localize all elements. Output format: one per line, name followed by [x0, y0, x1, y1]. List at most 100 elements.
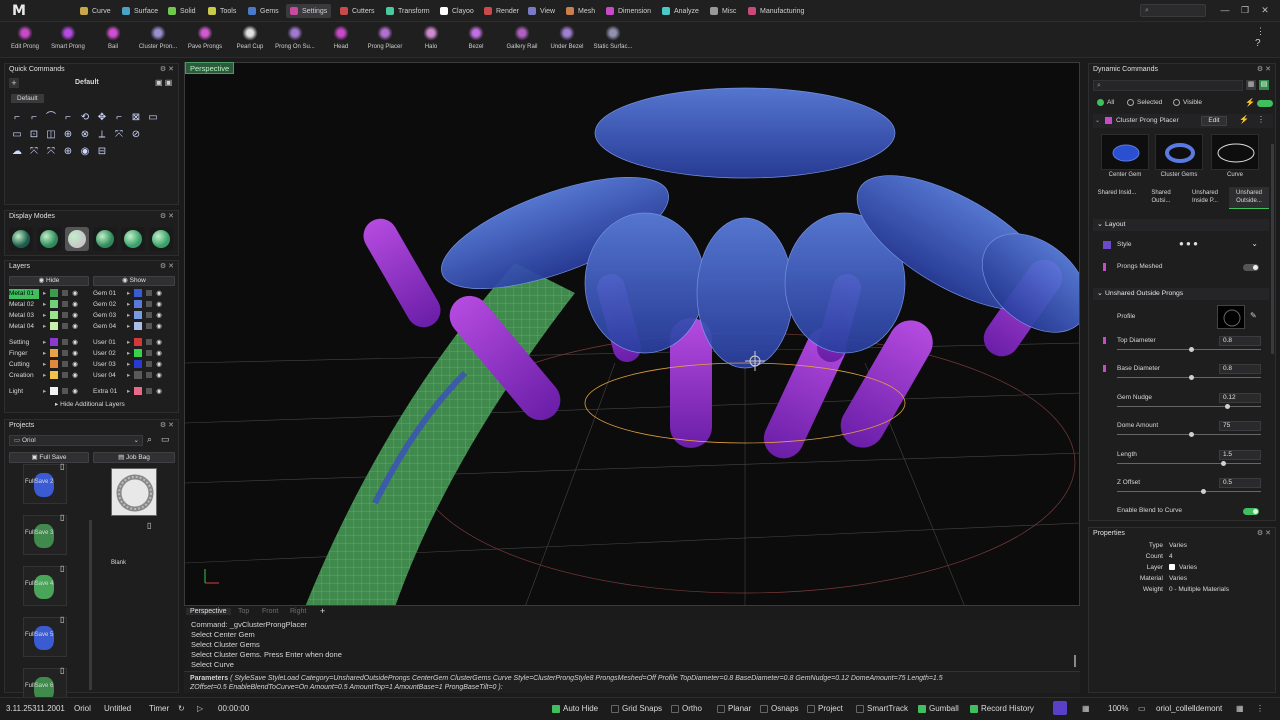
global-search-input[interactable]: ⌕ [1140, 4, 1206, 17]
lock-icon[interactable] [62, 312, 69, 319]
edit-button[interactable]: Edit [1201, 116, 1227, 126]
eye-icon[interactable]: ◉ [156, 323, 162, 330]
display-mode-0[interactable] [9, 227, 33, 251]
tool-10[interactable]: Bezel [451, 24, 501, 50]
layer-row[interactable]: User 02 ▸ ◉ [93, 349, 173, 359]
gear-icon[interactable]: ⚙ ✕ [160, 65, 174, 73]
menu-tools[interactable]: Tools [204, 4, 240, 18]
input-thumb-1[interactable] [1155, 134, 1203, 170]
enable-blend-toggle[interactable] [1243, 508, 1259, 515]
eye-icon[interactable]: ◉ [156, 290, 162, 297]
lock-icon[interactable] [62, 372, 69, 379]
eye-icon[interactable]: ◉ [72, 388, 78, 395]
visible-toggle[interactable] [1257, 100, 1273, 107]
expand-icon[interactable]: ▸ [43, 350, 46, 357]
expand-icon[interactable]: ▸ [43, 301, 46, 308]
command-icon[interactable]: ⤧ [113, 129, 125, 141]
layer-color[interactable] [50, 338, 59, 347]
command-icon[interactable]: ⊠ [130, 112, 142, 124]
expand-icon[interactable]: ▸ [43, 372, 46, 379]
filter-visible[interactable]: Visible [1173, 98, 1202, 108]
command-icon[interactable]: ⊟ [96, 146, 108, 158]
unshared-outside-section[interactable]: ⌄ Unshared Outside Prongs [1093, 288, 1269, 300]
expand-icon[interactable]: ▸ [127, 301, 130, 308]
menu-cutters[interactable]: Cutters [336, 4, 379, 18]
tool-2[interactable]: Bail [88, 24, 138, 50]
slider-handle[interactable] [1189, 432, 1194, 437]
command-parameters[interactable]: Parameters ( StyleSave StyleLoad Categor… [184, 671, 1080, 693]
edit-profile-icon[interactable]: ✎ [1250, 311, 1257, 320]
eye-icon[interactable]: ◉ [156, 312, 162, 319]
lock-icon[interactable] [146, 339, 153, 346]
menu-render[interactable]: Render [480, 4, 523, 18]
full-save-button[interactable]: ▣ Full Save [9, 452, 89, 463]
tool-13[interactable]: Static Surfac... [588, 24, 638, 50]
tab-front[interactable]: Front [262, 608, 278, 615]
command-icon[interactable]: ⟲ [79, 112, 91, 124]
app-icon[interactable] [1053, 701, 1067, 715]
job-bag-button[interactable]: ▤ Job Bag [93, 452, 175, 463]
gear-icon[interactable]: ⚙ ✕ [1257, 529, 1271, 537]
list-view-icon[interactable]: ▤ [1259, 80, 1269, 90]
layer-color[interactable] [134, 349, 143, 358]
lock-icon[interactable] [146, 312, 153, 319]
toggle-smarttrack[interactable]: SmartTrack [856, 704, 908, 713]
expand-icon[interactable]: ▸ [127, 312, 130, 319]
eye-icon[interactable]: ◉ [156, 339, 162, 346]
param-value-input[interactable]: 75 [1219, 421, 1261, 431]
search-icon[interactable]: ⌕ [147, 434, 152, 445]
eye-icon[interactable]: ◉ [72, 301, 78, 308]
layer-row[interactable]: User 04 ▸ ◉ [93, 371, 173, 381]
show-all-button[interactable]: ◉ Show [93, 276, 175, 286]
toggle-record-history[interactable]: Record History [970, 704, 1034, 713]
display-mode-3[interactable] [93, 227, 117, 251]
expand-icon[interactable]: ▸ [127, 323, 130, 330]
lock-icon[interactable] [146, 323, 153, 330]
layer-row[interactable]: Creation ▸ ◉ [9, 371, 89, 381]
command-icon[interactable]: ⊡ [28, 129, 40, 141]
eye-icon[interactable]: ◉ [156, 388, 162, 395]
more-icon[interactable]: ⋮ [1256, 704, 1264, 713]
screen-icon[interactable]: ▭ [1138, 704, 1146, 713]
layer-color[interactable] [134, 300, 143, 309]
expand-icon[interactable]: ▸ [43, 290, 46, 297]
command-icon[interactable]: ☁ [11, 146, 23, 158]
layer-row[interactable]: Extra 01 ▸ ◉ [93, 387, 173, 397]
layer-color[interactable] [134, 371, 143, 380]
tool-8[interactable]: Prong Placer [360, 24, 410, 50]
play-icon[interactable]: ▷ [197, 704, 203, 713]
menu-view[interactable]: View [524, 4, 559, 18]
user-name[interactable]: oriol_collelldemont [1156, 704, 1222, 713]
command-icon[interactable]: ◉ [79, 146, 91, 158]
command-icon[interactable]: ✥ [96, 112, 108, 124]
eye-icon[interactable]: ◉ [156, 361, 162, 368]
gear-icon[interactable]: ⚙ ✕ [160, 421, 174, 429]
tab-right[interactable]: Right [290, 608, 306, 615]
toggle-planar[interactable]: Planar [717, 704, 751, 713]
command-icon[interactable]: ▭ [11, 129, 23, 141]
command-icon[interactable]: ⊕ [62, 146, 74, 158]
tool-5[interactable]: Pearl Cup [225, 24, 275, 50]
command-icon[interactable]: ⊘ [130, 129, 142, 141]
layer-row[interactable]: Gem 01 ▸ ◉ [93, 289, 173, 299]
tool-12[interactable]: Under Bezel [542, 24, 592, 50]
menu-analyze[interactable]: Analyze [658, 4, 703, 18]
command-icon[interactable]: ⌐ [62, 112, 74, 124]
layer-row[interactable]: Metal 01 ▸ ◉ [9, 289, 89, 299]
command-icon[interactable]: ⌐ [113, 112, 125, 124]
layout-icon[interactable]: ▦ [1082, 704, 1090, 713]
add-view-icon[interactable]: + [320, 606, 325, 616]
menu-mesh[interactable]: Mesh [562, 4, 599, 18]
display-mode-2[interactable] [65, 227, 89, 251]
chevron-down-icon[interactable]: ⌄ [1095, 117, 1100, 124]
param-value-input[interactable]: 1.5 [1219, 450, 1261, 460]
gear-icon[interactable]: ⚙ ✕ [160, 262, 174, 270]
gear-icon[interactable]: ⚙ ✕ [160, 212, 174, 220]
command-icon[interactable]: ▭ [147, 112, 159, 124]
param-slider[interactable] [1117, 406, 1261, 407]
param-value-input[interactable]: 0.5 [1219, 478, 1261, 488]
menu-curve[interactable]: Curve [76, 4, 115, 18]
expand-icon[interactable]: ▸ [127, 388, 130, 395]
eye-icon[interactable]: ◉ [156, 301, 162, 308]
layer-row[interactable]: Cutting ▸ ◉ [9, 360, 89, 370]
